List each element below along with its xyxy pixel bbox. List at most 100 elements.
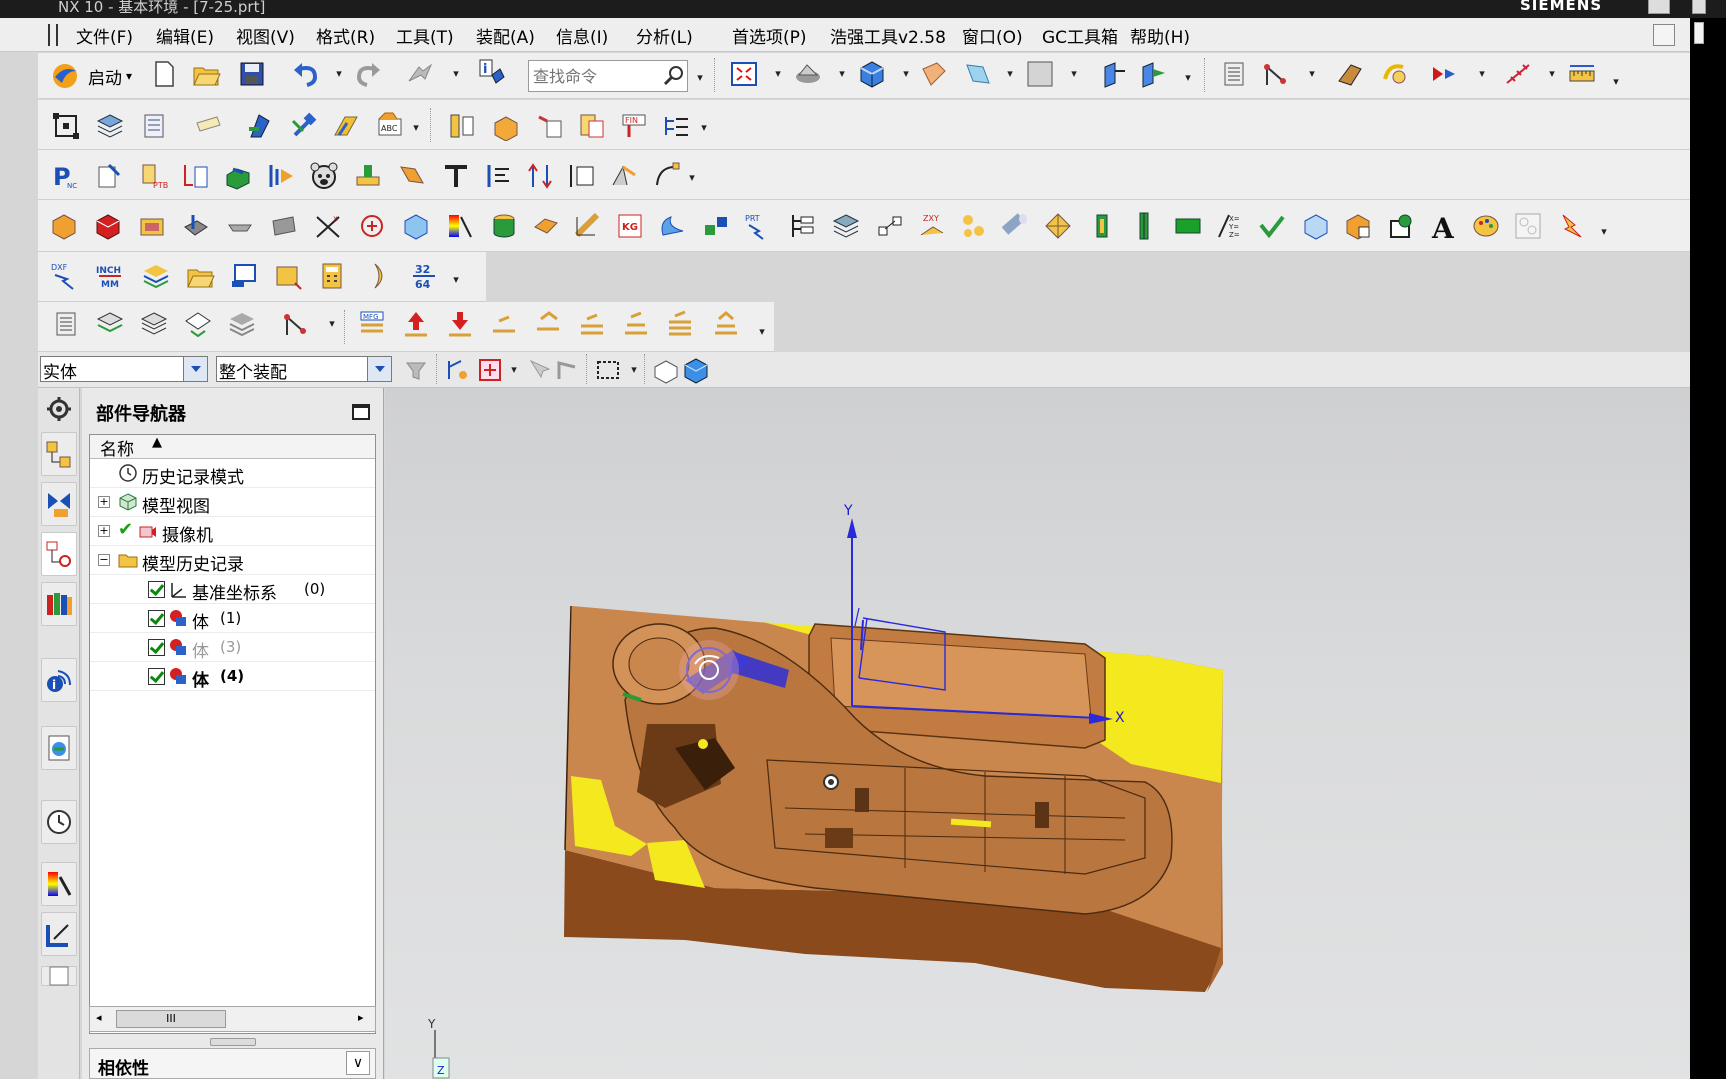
save-icon[interactable] [236, 58, 268, 90]
grid-gear-icon[interactable] [1512, 210, 1544, 242]
table-list-icon[interactable] [566, 160, 598, 192]
prt-export-icon[interactable]: PRT [742, 210, 774, 242]
visibility-checkbox[interactable] [148, 581, 165, 598]
type-filter-select[interactable]: 实体 [40, 356, 208, 382]
wire-cube-icon[interactable] [400, 210, 432, 242]
step-arrow-icon[interactable] [266, 160, 298, 192]
edit-object-icon[interactable] [396, 160, 428, 192]
restore-window-button[interactable] [1653, 24, 1675, 46]
chevron-down-icon[interactable]: ▾ [410, 122, 422, 134]
expression-icon[interactable] [534, 110, 566, 142]
chevron-down-icon[interactable]: ▾ [1476, 68, 1488, 80]
chevron-down-icon[interactable] [367, 357, 391, 381]
tree-node-body-1[interactable]: 体 (1) [90, 604, 375, 633]
fit-view-icon[interactable] [728, 58, 760, 90]
menu-assembly[interactable]: 装配(A) [476, 23, 535, 48]
offset-face-icon[interactable] [530, 210, 562, 242]
dependency-panel-header[interactable]: 相依性 ∨ [89, 1048, 376, 1079]
wcs-orient-icon[interactable] [280, 308, 312, 340]
redo-icon[interactable] [352, 58, 384, 90]
text-A-icon[interactable]: A [1428, 210, 1460, 242]
web-browser-icon[interactable] [41, 726, 77, 770]
xyz-icon[interactable]: ZXY [916, 210, 948, 242]
reuse-library-icon[interactable] [41, 582, 77, 626]
zoom-icon[interactable] [792, 58, 824, 90]
menu-gc-toolbox[interactable]: GC工具箱 [1042, 23, 1118, 48]
menu-information[interactable]: 信息(I) [556, 23, 608, 48]
layer-gray-icon[interactable] [226, 308, 258, 340]
point-set-icon[interactable] [50, 110, 82, 142]
collapse-toggle-icon[interactable]: − [98, 554, 110, 566]
clip-section-icon[interactable] [1138, 58, 1170, 90]
chevron-down-icon[interactable]: ▾ [450, 68, 462, 80]
report-icon[interactable] [94, 160, 126, 192]
color-gradient-icon[interactable] [444, 210, 476, 242]
chevron-down-icon[interactable]: ▾ [450, 274, 462, 286]
folder-open-icon[interactable] [184, 260, 216, 292]
shaded-box-icon[interactable] [680, 354, 712, 386]
menu-preferences[interactable]: 首选项(P) [732, 23, 807, 48]
wedge-icon[interactable] [608, 160, 640, 192]
ptb-icon[interactable]: PTB [138, 160, 170, 192]
search-icon[interactable] [662, 64, 686, 88]
menu-analysis[interactable]: 分析(L) [636, 23, 693, 48]
layer-line-2-icon[interactable] [532, 308, 564, 340]
point-link-icon[interactable] [874, 210, 906, 242]
shaded-cube-icon[interactable] [856, 58, 888, 90]
wcs-dynamics-icon[interactable] [1260, 58, 1292, 90]
tree-list-icon[interactable] [660, 110, 692, 142]
feature-blue-icon[interactable] [244, 110, 276, 142]
history-clock-icon[interactable] [41, 800, 77, 844]
maximize-window-button[interactable] [1692, 0, 1706, 14]
green-bar-icon[interactable] [1086, 210, 1118, 242]
sheet-icon[interactable] [268, 210, 300, 242]
diamond-pattern-icon[interactable] [1042, 210, 1074, 242]
pointer-snap-icon[interactable] [522, 354, 554, 386]
tree-node-body-4[interactable]: 体 (4) [90, 662, 375, 691]
green-slot-icon[interactable] [1128, 210, 1160, 242]
green-check-tool-icon[interactable] [1256, 210, 1288, 242]
layer-stack-icon[interactable] [94, 110, 126, 142]
chevron-down-icon[interactable]: ▾ [1610, 76, 1622, 88]
scroll-left-icon[interactable]: ◂ [96, 1011, 102, 1024]
menu-tools[interactable]: 工具(T) [396, 23, 454, 48]
part-list-icon[interactable] [180, 160, 212, 192]
role-tool-icon[interactable] [41, 912, 77, 956]
chevron-down-icon[interactable]: ▾ [1004, 68, 1016, 80]
show-hide-icon[interactable] [1428, 58, 1460, 90]
menu-edit[interactable]: 编辑(E) [156, 23, 214, 48]
panel-splitter-handle[interactable] [210, 1038, 256, 1046]
stamp-icon[interactable] [352, 160, 384, 192]
chevron-down-icon[interactable]: ▾ [628, 364, 640, 376]
measure-distance-icon[interactable] [1566, 58, 1598, 90]
cylinder-icon[interactable] [488, 210, 520, 242]
scroll-right-icon[interactable]: ▸ [358, 1011, 364, 1024]
restore-button[interactable] [1694, 22, 1704, 44]
ruler-icon[interactable] [572, 210, 604, 242]
wire-box-icon[interactable] [650, 354, 682, 386]
shell-icon[interactable] [656, 210, 688, 242]
chevron-down-icon[interactable]: ▾ [836, 68, 848, 80]
plugin-pnc-icon[interactable]: P NC [50, 160, 82, 192]
view-section-icon[interactable] [1386, 210, 1418, 242]
layer-line-1-icon[interactable] [488, 308, 520, 340]
translucent-cube-icon[interactable] [1300, 210, 1332, 242]
particles-icon[interactable] [958, 210, 990, 242]
chevron-down-icon[interactable]: ▾ [900, 68, 912, 80]
layer-up-icon[interactable] [400, 308, 432, 340]
rectangle-select-icon[interactable] [592, 354, 624, 386]
tree-node-body-3[interactable]: 体 (3) [90, 633, 375, 662]
layer-line-6-icon[interactable] [710, 308, 742, 340]
pattern-icon[interactable] [700, 210, 732, 242]
graphics-viewport[interactable]: Y X Y Z [385, 388, 1690, 1079]
gear-tool-icon[interactable] [330, 110, 362, 142]
general-filter-icon[interactable] [400, 354, 432, 386]
menu-help[interactable]: 帮助(H) [1130, 23, 1190, 48]
dxf-export-icon[interactable]: DXF [48, 260, 80, 292]
expression-xyz-icon[interactable]: X= Y= Z= [1214, 210, 1246, 242]
sort-list-icon[interactable] [482, 160, 514, 192]
trim-icon[interactable]: x [312, 210, 344, 242]
chevron-down-icon[interactable]: ▾ [694, 72, 706, 84]
tee-icon[interactable] [440, 160, 472, 192]
list-properties-icon[interactable] [576, 110, 608, 142]
